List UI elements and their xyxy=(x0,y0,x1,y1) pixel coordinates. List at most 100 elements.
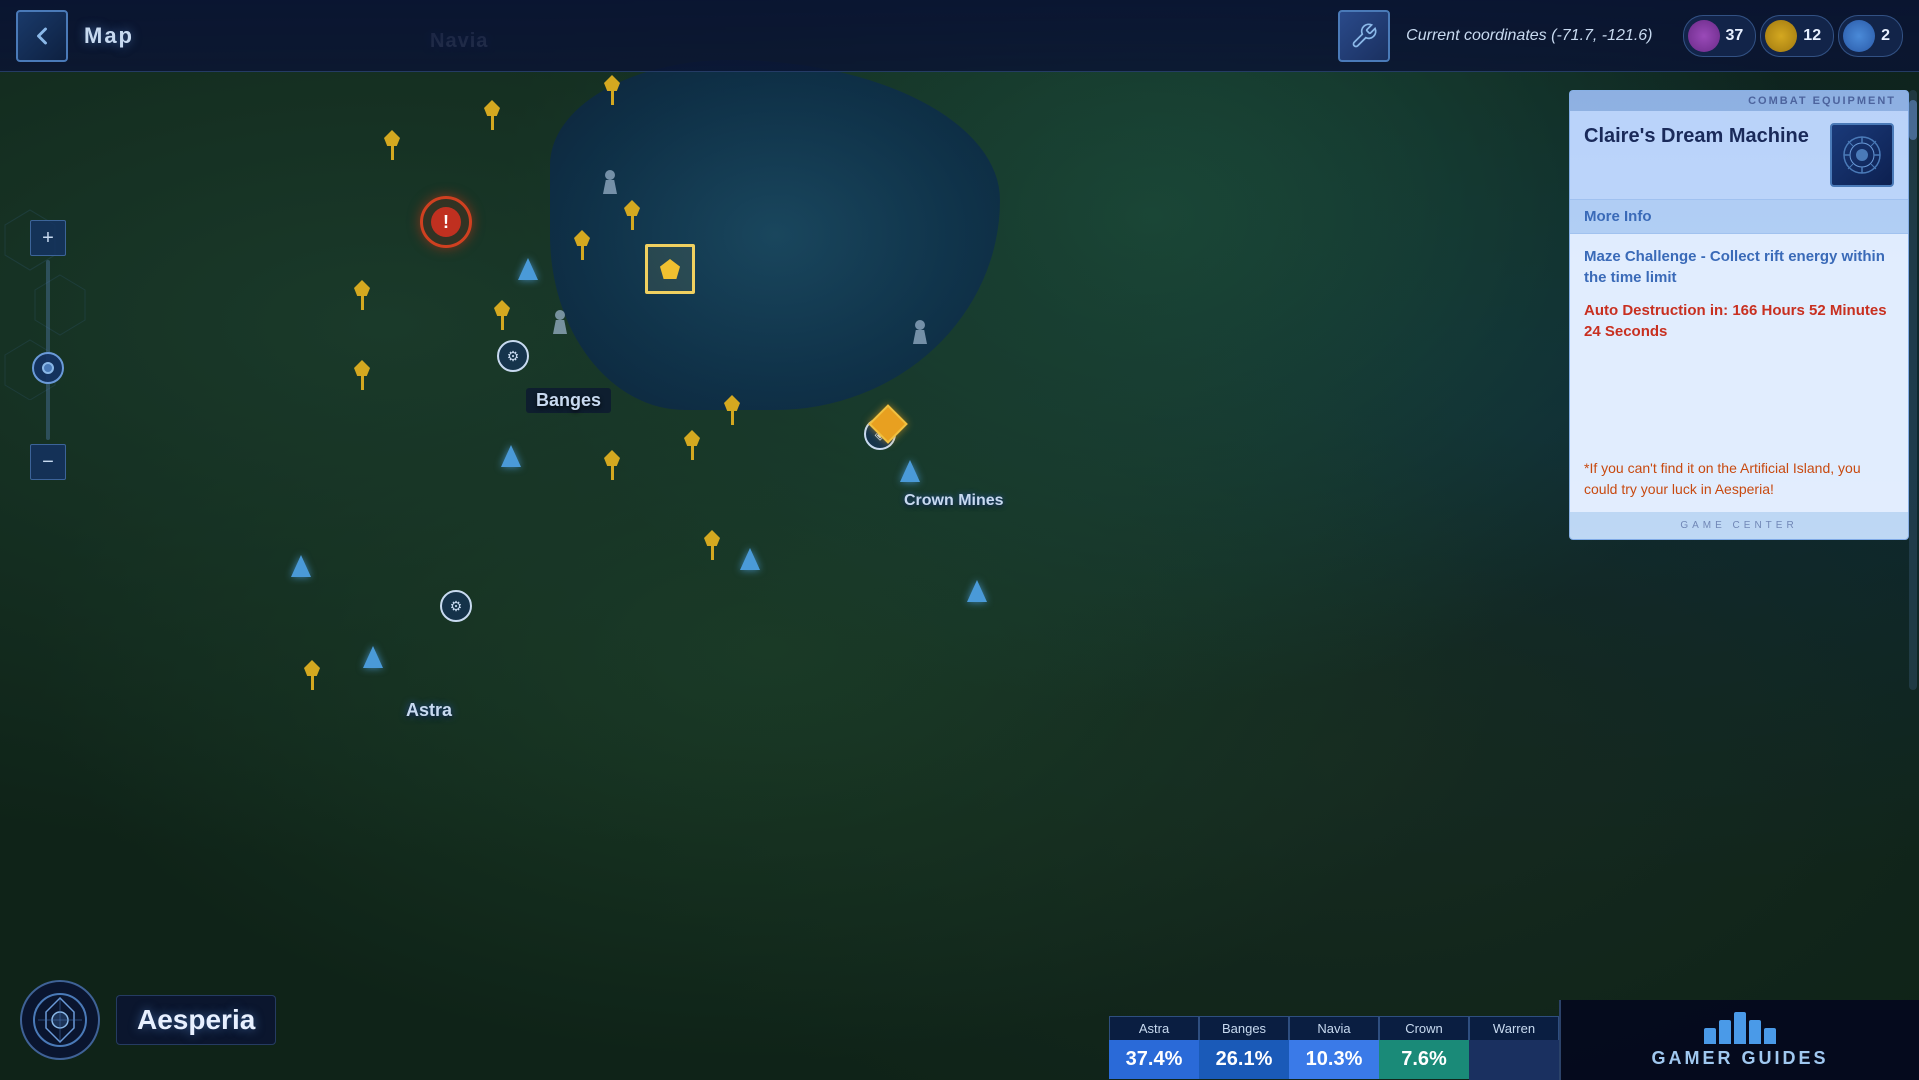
tower-marker-6[interactable] xyxy=(350,280,374,312)
triangle-marker-6[interactable] xyxy=(900,460,920,482)
region-tab-warren[interactable]: Warren xyxy=(1469,1016,1559,1080)
person-marker-1 xyxy=(600,170,620,196)
header-bar: Map Current coordinates (-71.7, -121.6) … xyxy=(0,0,1919,72)
gg-text: GAMER GUIDES xyxy=(1651,1048,1828,1069)
person-marker-2 xyxy=(550,310,570,336)
tab-pct-warren xyxy=(1469,1040,1559,1080)
tip-text: *If you can't find it on the Artificial … xyxy=(1584,458,1894,500)
triangle-marker-5[interactable] xyxy=(363,646,383,668)
region-tab-astra[interactable]: Astra 37.4% xyxy=(1109,1016,1199,1080)
region-indicator: Aesperia xyxy=(20,980,276,1060)
panel-content: Maze Challenge - Collect rift energy wit… xyxy=(1570,234,1908,512)
person-body xyxy=(603,180,617,194)
timer-text: Auto Destruction in: 166 Hours 52 Minute… xyxy=(1584,300,1894,342)
zoom-out-button[interactable]: − xyxy=(30,444,66,480)
map-title: Map xyxy=(84,23,134,49)
gear-marker-2[interactable]: ⚙ xyxy=(440,590,472,622)
triangle-marker-3[interactable] xyxy=(291,555,311,577)
panel-top-bar: COMBAT EQUIPMENT xyxy=(1570,91,1908,111)
gamer-guides-logo: GAMER GUIDES xyxy=(1559,1000,1919,1080)
zoom-in-button[interactable]: + xyxy=(30,220,66,256)
triangle-marker-1[interactable] xyxy=(518,258,538,280)
panel-header: Claire's Dream Machine xyxy=(1570,111,1908,200)
triangle-marker-4[interactable] xyxy=(740,548,760,570)
region-tab-navia[interactable]: Navia 10.3% xyxy=(1289,1016,1379,1080)
resource-icon-yellow xyxy=(1765,20,1797,52)
wrench-icon xyxy=(1350,22,1378,50)
tab-label-navia: Navia xyxy=(1289,1016,1379,1040)
tab-label-crown: Crown xyxy=(1379,1016,1469,1040)
resource-item-1: 37 xyxy=(1683,15,1757,57)
panel-scrollbar[interactable] xyxy=(1909,90,1917,690)
resource-icon-purple xyxy=(1688,20,1720,52)
panel-icon-box xyxy=(1830,123,1894,187)
gg-bars xyxy=(1704,1012,1776,1044)
label-crown-mines: Crown Mines xyxy=(904,492,1004,510)
label-astra: Astra xyxy=(406,700,452,721)
tower-marker-13[interactable] xyxy=(720,395,744,427)
gg-logo-container: GAMER GUIDES xyxy=(1651,1012,1828,1069)
panel-scrollbar-thumb[interactable] xyxy=(1909,100,1917,140)
gg-bar-5 xyxy=(1764,1028,1776,1044)
tower-marker-8[interactable] xyxy=(600,450,624,482)
wrench-button[interactable] xyxy=(1338,10,1390,62)
region-icon xyxy=(20,980,100,1060)
back-button[interactable] xyxy=(16,10,68,62)
tower-marker-9[interactable] xyxy=(680,430,704,462)
active-marker-inner xyxy=(660,259,680,279)
region-tab-banges[interactable]: Banges 26.1% xyxy=(1199,1016,1289,1080)
tower-marker-7[interactable] xyxy=(490,300,514,332)
resource-count-2: 12 xyxy=(1803,27,1821,45)
resource-counters: 37 12 2 xyxy=(1683,15,1904,57)
back-icon xyxy=(28,22,56,50)
gear-marker-1[interactable]: ⚙ xyxy=(497,340,529,372)
resource-item-3: 2 xyxy=(1838,15,1903,57)
resource-item-2: 12 xyxy=(1760,15,1834,57)
resource-icon-blue xyxy=(1843,20,1875,52)
active-location-marker[interactable] xyxy=(645,244,695,294)
resource-count-3: 2 xyxy=(1881,27,1890,45)
crown-diamond-marker[interactable] xyxy=(874,410,902,438)
info-panel: COMBAT EQUIPMENT Claire's Dream Machine … xyxy=(1569,90,1909,540)
tower-marker-11[interactable] xyxy=(300,660,324,692)
tower-marker-5[interactable] xyxy=(570,230,594,262)
triangle-marker-7[interactable] xyxy=(967,580,987,602)
zoom-slider[interactable] xyxy=(46,260,50,440)
gg-bar-2 xyxy=(1719,1020,1731,1044)
tower-marker-10[interactable] xyxy=(350,360,374,392)
gg-bar-4 xyxy=(1749,1020,1761,1044)
tab-pct-banges: 26.1% xyxy=(1199,1040,1289,1079)
gg-bar-1 xyxy=(1704,1028,1716,1044)
aesperia-icon xyxy=(30,990,90,1050)
challenge-text: Maze Challenge - Collect rift energy wit… xyxy=(1584,246,1894,288)
gear-marker-2-inner: ⚙ xyxy=(440,590,472,622)
panel-top-label: COMBAT EQUIPMENT xyxy=(1748,95,1896,107)
tower-marker-1[interactable] xyxy=(480,100,504,132)
panel-bottom: GAME CENTER xyxy=(1570,512,1908,539)
tower-marker-12[interactable] xyxy=(700,530,724,562)
tower-marker-2[interactable] xyxy=(600,75,624,107)
tab-pct-navia: 10.3% xyxy=(1289,1040,1379,1079)
red-target-symbol: ! xyxy=(443,212,449,233)
panel-title: Claire's Dream Machine xyxy=(1584,123,1818,149)
tower-marker-3[interactable] xyxy=(380,130,404,162)
person-head xyxy=(605,170,615,180)
gear-marker-1-inner: ⚙ xyxy=(497,340,529,372)
coordinates-text: Current coordinates (-71.7, -121.6) xyxy=(1406,27,1652,45)
tab-label-astra: Astra xyxy=(1109,1016,1199,1040)
region-name: Aesperia xyxy=(116,995,276,1045)
panel-equipment-icon xyxy=(1840,133,1884,177)
tab-pct-astra: 37.4% xyxy=(1109,1040,1199,1079)
resource-count-1: 37 xyxy=(1726,27,1744,45)
red-target-marker[interactable]: ! xyxy=(420,196,472,248)
zoom-handle[interactable] xyxy=(32,352,64,384)
zoom-controls: + − xyxy=(30,220,66,480)
more-info-button[interactable]: More Info xyxy=(1570,200,1908,234)
tab-pct-crown: 7.6% xyxy=(1379,1040,1469,1079)
tower-marker-4[interactable] xyxy=(620,200,644,232)
region-tab-crown[interactable]: Crown 7.6% xyxy=(1379,1016,1469,1080)
person-marker-3 xyxy=(910,320,930,346)
triangle-marker-2[interactable] xyxy=(501,445,521,467)
gg-bar-3 xyxy=(1734,1012,1746,1044)
label-banges: Banges xyxy=(526,388,611,413)
